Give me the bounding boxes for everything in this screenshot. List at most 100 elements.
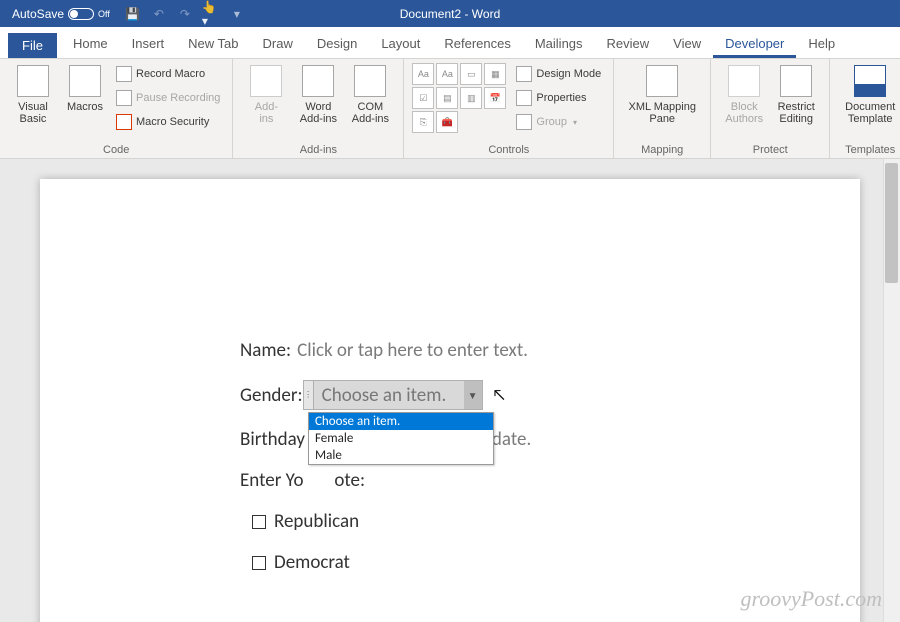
tab-references[interactable]: References xyxy=(432,31,522,58)
name-content-control[interactable]: Click or tap here to enter text. xyxy=(297,339,528,362)
addins-button[interactable]: Add- ins xyxy=(241,63,291,127)
name-label: Name: xyxy=(240,339,291,362)
word-template-icon xyxy=(854,65,886,97)
scroll-thumb[interactable] xyxy=(885,163,898,283)
tab-help[interactable]: Help xyxy=(796,31,847,58)
document-title: Document2 - Word xyxy=(400,7,500,21)
tab-home[interactable]: Home xyxy=(61,31,120,58)
com-addins-icon xyxy=(354,65,386,97)
ribbon-tabs: File Home Insert New Tab Draw Design Lay… xyxy=(0,27,900,59)
picture-control-icon[interactable]: ▭ xyxy=(460,63,482,85)
repeating-section-control-icon[interactable]: ⎘ xyxy=(412,111,434,133)
title-bar: AutoSave Off 💾 ↶ ↷ 👆▾ ▾ Document2 - Word xyxy=(0,0,900,27)
checkbox-control-icon[interactable]: ☑ xyxy=(412,87,434,109)
vote-option-2: Democrat xyxy=(252,551,690,574)
vote-label-line: Enter Your Vote: xyxy=(240,469,690,492)
toggle-off-icon xyxy=(68,8,94,20)
visual-basic-icon xyxy=(17,65,49,97)
tab-layout[interactable]: Layout xyxy=(369,31,432,58)
group-addins-label: Add-ins xyxy=(241,142,395,156)
checkbox-control[interactable] xyxy=(252,556,266,570)
vote-option-label: Republican xyxy=(274,510,359,533)
autosave-state: Off xyxy=(98,9,110,19)
cursor-icon: ↖ xyxy=(492,386,506,405)
gender-line: Gender: ⋮ Choose an item. ▼ ↖ Choose an … xyxy=(240,380,690,410)
tab-draw[interactable]: Draw xyxy=(251,31,305,58)
group-icon xyxy=(516,114,532,130)
tab-mailings[interactable]: Mailings xyxy=(523,31,595,58)
touch-mode-icon[interactable]: 👆▾ xyxy=(202,5,220,23)
vertical-scrollbar[interactable] xyxy=(883,159,900,622)
group-mapping-label: Mapping xyxy=(622,142,702,156)
properties-icon xyxy=(516,90,532,106)
vote-label: Enter Your Vote: xyxy=(240,469,365,492)
vote-option-label: Democrat xyxy=(274,551,350,574)
group-controls: Aa Aa ▭ ▦ ☑ ▤ ▥ 📅 ⎘ 🧰 Design Mode Proper… xyxy=(404,59,614,158)
record-icon xyxy=(116,66,132,82)
block-authors-button: Block Authors xyxy=(719,63,769,127)
autosave-toggle[interactable]: AutoSave Off xyxy=(6,7,116,21)
birthday-label: Birthday xyxy=(240,428,305,451)
xml-mapping-icon xyxy=(646,65,678,97)
word-addins-icon xyxy=(302,65,334,97)
date-picker-control-icon[interactable]: 📅 xyxy=(484,87,506,109)
group-protect: Block Authors Restrict Editing Protect xyxy=(711,59,830,158)
group-templates-label: Templates xyxy=(838,142,900,156)
document-template-button[interactable]: Document Template xyxy=(838,63,900,127)
lock-icon xyxy=(780,65,812,97)
xml-mapping-button[interactable]: XML Mapping Pane xyxy=(622,63,702,127)
dropdown-control-icon[interactable]: ▥ xyxy=(460,87,482,109)
tab-new-tab[interactable]: New Tab xyxy=(176,31,250,58)
properties-button[interactable]: Properties xyxy=(512,87,605,109)
tab-review[interactable]: Review xyxy=(595,31,662,58)
word-addins-button[interactable]: Word Add-ins xyxy=(293,63,343,127)
shield-warning-icon xyxy=(116,114,132,130)
qat-customize-icon[interactable]: ▾ xyxy=(228,5,246,23)
record-macro-button[interactable]: Record Macro xyxy=(112,63,224,85)
tab-developer[interactable]: Developer xyxy=(713,31,796,58)
controls-gallery: Aa Aa ▭ ▦ ☑ ▤ ▥ 📅 ⎘ 🧰 xyxy=(412,63,506,133)
chevron-down-icon[interactable]: ▼ xyxy=(464,381,482,409)
group-protect-label: Protect xyxy=(719,142,821,156)
dropdown-option[interactable]: Female xyxy=(309,430,493,447)
page[interactable]: Name: Click or tap here to enter text. G… xyxy=(40,179,860,622)
group-addins: Add- ins Word Add-ins COM Add-ins Add-in… xyxy=(233,59,404,158)
pause-icon xyxy=(116,90,132,106)
group-mapping: XML Mapping Pane Mapping xyxy=(614,59,711,158)
redo-icon[interactable]: ↷ xyxy=(176,5,194,23)
dropdown-option[interactable]: Male xyxy=(309,447,493,464)
legacy-tools-icon[interactable]: 🧰 xyxy=(436,111,458,133)
autosave-label: AutoSave xyxy=(12,7,64,21)
restrict-editing-button[interactable]: Restrict Editing xyxy=(771,63,821,127)
design-mode-icon xyxy=(516,66,532,82)
plain-text-control-icon[interactable]: Aa xyxy=(436,63,458,85)
gender-dropdown-text: Choose an item. xyxy=(314,381,464,409)
undo-icon[interactable]: ↶ xyxy=(150,5,168,23)
gender-dropdown-control[interactable]: ⋮ Choose an item. ▼ xyxy=(303,380,483,410)
vote-option-1: Republican xyxy=(252,510,690,533)
design-mode-button[interactable]: Design Mode xyxy=(512,63,605,85)
checkbox-control[interactable] xyxy=(252,515,266,529)
building-block-control-icon[interactable]: ▦ xyxy=(484,63,506,85)
com-addins-button[interactable]: COM Add-ins xyxy=(345,63,395,127)
name-line: Name: Click or tap here to enter text. xyxy=(240,339,690,362)
tab-file[interactable]: File xyxy=(8,33,57,58)
save-icon[interactable]: 💾 xyxy=(124,5,142,23)
combobox-control-icon[interactable]: ▤ xyxy=(436,87,458,109)
group-button[interactable]: Group▾ xyxy=(512,111,605,133)
tab-design[interactable]: Design xyxy=(305,31,369,58)
group-code: Visual Basic Macros Record Macro Pause R… xyxy=(0,59,233,158)
gender-label: Gender: xyxy=(240,384,303,407)
watermark: groovyPost.com xyxy=(740,586,882,612)
macro-security-button[interactable]: Macro Security xyxy=(112,111,224,133)
dropdown-option[interactable]: Choose an item. xyxy=(309,413,493,430)
group-controls-label: Controls xyxy=(412,142,605,156)
rich-text-control-icon[interactable]: Aa xyxy=(412,63,434,85)
group-templates: Document Template Templates xyxy=(830,59,900,158)
visual-basic-button[interactable]: Visual Basic xyxy=(8,63,58,127)
macros-button[interactable]: Macros xyxy=(60,63,110,115)
tab-insert[interactable]: Insert xyxy=(120,31,177,58)
tab-view[interactable]: View xyxy=(661,31,713,58)
control-handle-icon[interactable]: ⋮ xyxy=(304,381,314,409)
chevron-down-icon: ▾ xyxy=(573,118,577,127)
